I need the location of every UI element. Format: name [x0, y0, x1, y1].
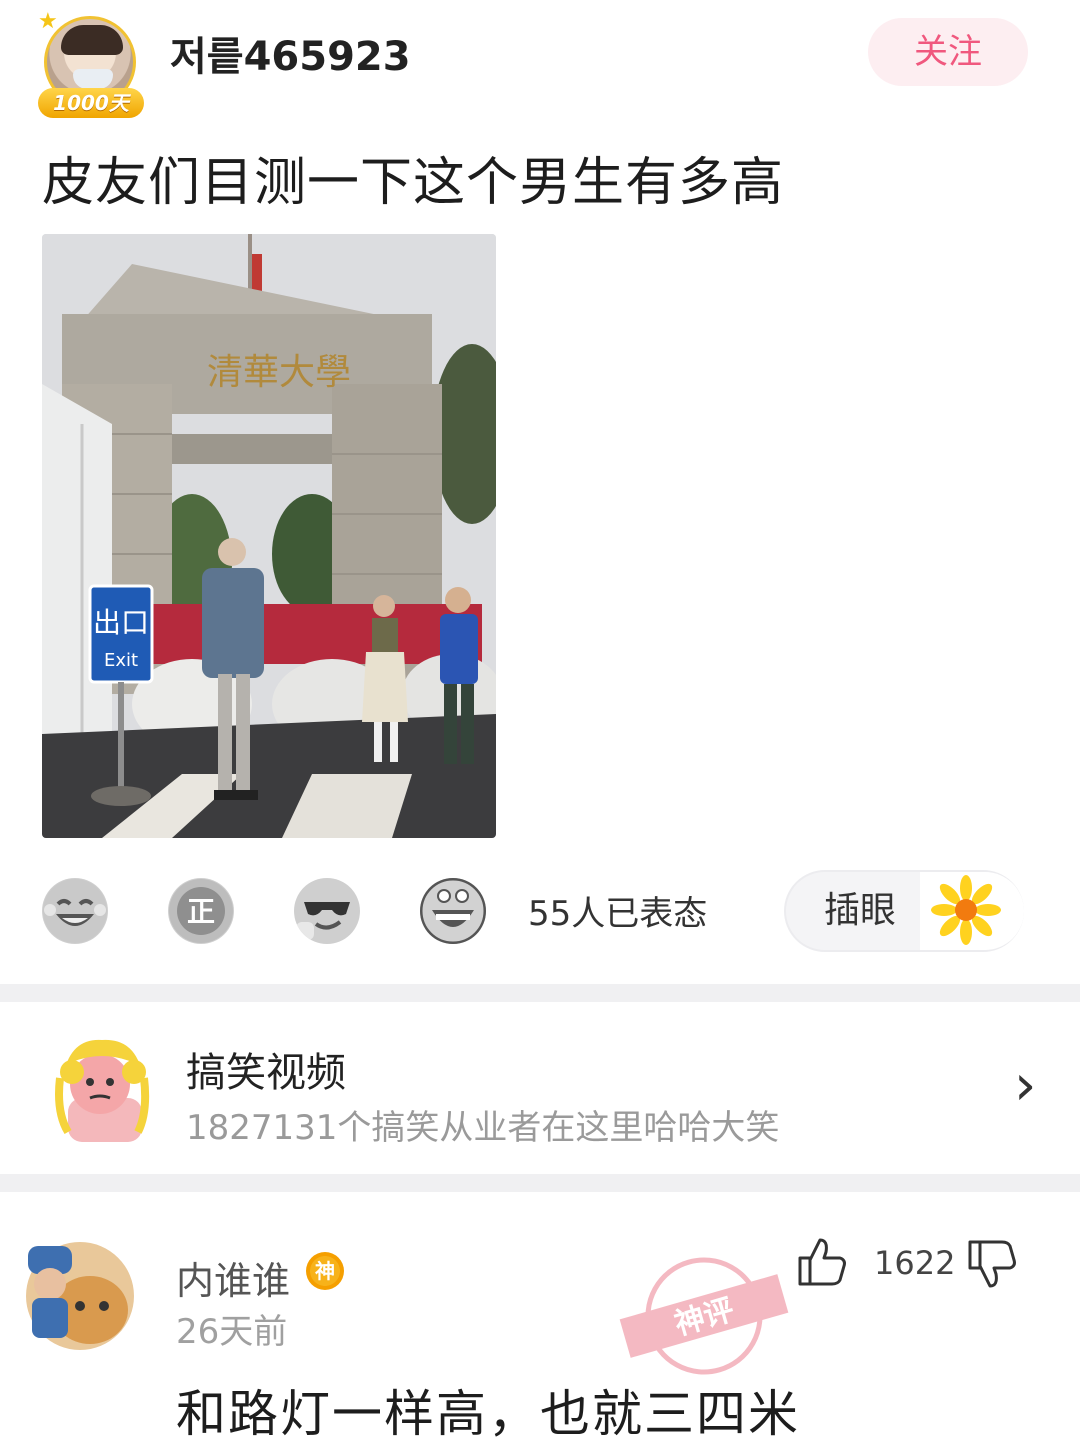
photo-illustration: 清華大學 出口 Exit: [42, 234, 496, 838]
cool-sunglasses-face-icon[interactable]: [294, 878, 360, 944]
thumbs-down-icon[interactable]: [966, 1238, 1018, 1290]
like-count: 1622: [874, 1244, 956, 1282]
post-image[interactable]: 清華大學 出口 Exit: [42, 234, 496, 838]
comment-time: 26天前: [176, 1312, 288, 1352]
zheng-badge-icon[interactable]: 正: [168, 878, 234, 944]
commenter-avatar[interactable]: [24, 1240, 136, 1352]
commenter-name[interactable]: 内谁谁: [176, 1250, 290, 1305]
chayan-button[interactable]: 插眼: [784, 870, 1024, 952]
days-badge: 1000天: [38, 88, 144, 118]
section-divider: [0, 984, 1080, 1002]
author-name[interactable]: 저릍465923: [170, 24, 411, 82]
flower-icon: [920, 872, 1024, 950]
grinning-face-graphic: [420, 878, 486, 944]
shen-badge-icon: 神: [306, 1252, 344, 1290]
topic-title: 搞笑视频: [186, 1050, 346, 1096]
cool-face-graphic: [295, 879, 359, 943]
avatar-mask: [73, 69, 113, 89]
thumbs-up-graphic: [798, 1238, 846, 1286]
topic-card[interactable]: 搞笑视频 1827131个搞笑从业者在这里哈哈大笑 ›: [0, 1002, 1080, 1174]
zheng-badge-graphic: 正: [169, 879, 233, 943]
stamp-text: 神评: [671, 1292, 738, 1342]
section-divider: [0, 1174, 1080, 1192]
laughing-face-graphic: [43, 879, 107, 943]
chevron-right-icon: ›: [1014, 1053, 1037, 1118]
flower-graphic: [931, 875, 1001, 945]
grinning-face-icon[interactable]: [420, 878, 486, 944]
post-text: 皮友们目测一下这个男生有多高: [42, 153, 785, 213]
thumbs-up-icon[interactable]: [796, 1236, 848, 1288]
svg-text:正: 正: [187, 895, 215, 928]
star-icon: ★: [38, 9, 58, 34]
author-avatar[interactable]: ★ 1000天: [38, 9, 144, 118]
reaction-count: 55人已表态: [528, 894, 708, 934]
avatar-hair: [61, 25, 123, 55]
sign-text-top: 出口: [93, 606, 149, 639]
sign-text-bottom: Exit: [104, 650, 138, 671]
comment-text: 和路灯一样高，也就三四米: [176, 1385, 800, 1443]
thumbs-down-graphic: [968, 1240, 1016, 1288]
topic-subtitle: 1827131个搞笑从业者在这里哈哈大笑: [186, 1108, 780, 1148]
chayan-label: 插眼: [824, 890, 897, 931]
commenter-avatar-graphic: [26, 1242, 134, 1350]
topic-avatar-graphic: [55, 1039, 150, 1142]
gate-inscription: 清華大學: [207, 352, 351, 393]
topic-avatar: [52, 1032, 152, 1142]
laughing-face-icon[interactable]: [42, 878, 108, 944]
follow-button[interactable]: 关注: [868, 18, 1028, 86]
